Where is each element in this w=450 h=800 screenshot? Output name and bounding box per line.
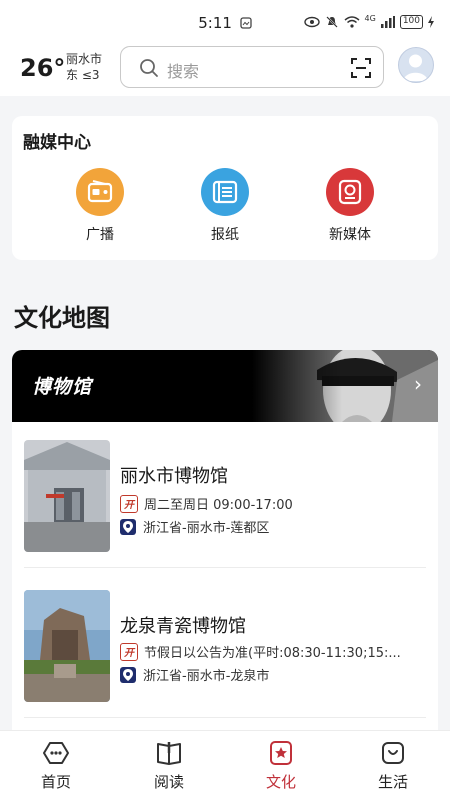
user-avatar-icon — [403, 54, 428, 81]
top-header: 26° 丽水市 东 ≤3 搜索 — [0, 44, 450, 96]
media-item-label: 新媒体 — [329, 227, 371, 243]
media-center-title: 融媒中心 — [23, 133, 91, 153]
culture-icon — [241, 739, 321, 767]
signal-icon — [380, 16, 395, 28]
weather-city: 丽水市 — [66, 52, 103, 66]
tab-reading[interactable]: 阅读 — [129, 739, 209, 792]
museum-list-item[interactable]: 丽水市博物馆 开 周二至周日 09:00-17:00 浙江省-丽水市-莲都区 — [12, 422, 438, 568]
museum-hours: 开 周二至周日 09:00-17:00 — [120, 494, 293, 513]
museum-name: 龙泉青瓷博物馆 — [120, 616, 246, 637]
radio-icon — [76, 168, 124, 216]
museum-location: 浙江省-丽水市-龙泉市 — [120, 665, 269, 684]
tab-label: 生活 — [377, 773, 408, 791]
museum-thumbnail — [24, 440, 110, 552]
home-icon — [16, 739, 96, 767]
museum-location: 浙江省-丽水市-莲都区 — [120, 517, 269, 536]
search-placeholder: 搜索 — [167, 62, 200, 81]
divider — [24, 567, 426, 568]
open-hours-icon: 开 — [120, 642, 138, 661]
museum-thumbnail — [24, 590, 110, 702]
status-bar: 5:11 4G 100 — [0, 0, 450, 44]
museum-hours: 开 节假日以公告为准(平时:08:30-11:30;15:... — [120, 642, 401, 661]
search-icon — [140, 59, 158, 77]
museum-list-item[interactable]: 龙泉青瓷博物馆 开 节假日以公告为准(平时:08:30-11:30;15:...… — [12, 572, 438, 718]
tab-home[interactable]: 首页 — [16, 739, 96, 792]
museum-name: 丽水市博物馆 — [120, 466, 228, 487]
gallery-notification-icon — [240, 17, 252, 29]
tab-culture[interactable]: 文化 — [241, 739, 321, 792]
museum-banner[interactable]: 博物馆 › — [12, 350, 438, 422]
mute-bell-icon — [325, 16, 338, 28]
avatar[interactable] — [398, 47, 434, 83]
media-item-label: 报纸 — [211, 227, 239, 243]
tab-label: 阅读 — [153, 773, 184, 791]
search-bar[interactable]: 搜索 — [120, 46, 384, 88]
museum-hours-text: 节假日以公告为准(平时:08:30-11:30;15:... — [144, 646, 401, 661]
museum-location-text: 浙江省-丽水市-莲都区 — [143, 521, 270, 536]
culture-map-title: 文化地图 — [14, 304, 110, 332]
media-item-newspaper[interactable]: 报纸 — [185, 168, 265, 244]
weather-info: 丽水市 东 ≤3 — [66, 51, 102, 83]
status-icons: 4G 100 — [303, 13, 434, 29]
new-media-icon — [326, 168, 374, 216]
weather-temperature: 26° — [20, 54, 66, 82]
museum-card: 博物馆 › 丽水市博物馆 开 周二至周日 09:00-17:00 浙江省-丽水市… — [12, 350, 438, 750]
life-icon — [353, 739, 433, 767]
museum-hours-text: 周二至周日 09:00-17:00 — [144, 498, 293, 513]
location-pin-icon — [120, 666, 136, 683]
media-center-card: 融媒中心 广播 报纸 新媒体 — [12, 116, 438, 260]
network-type: 4G — [364, 13, 376, 23]
media-item-new-media[interactable]: 新媒体 — [310, 168, 390, 244]
tab-label: 首页 — [40, 773, 71, 791]
open-hours-icon: 开 — [120, 494, 138, 513]
charging-icon — [428, 16, 434, 28]
battery-indicator: 100 — [399, 15, 423, 29]
weather-wind: 东 ≤3 — [66, 68, 100, 82]
tab-life[interactable]: 生活 — [353, 739, 433, 792]
museum-location-text: 浙江省-丽水市-龙泉市 — [143, 669, 270, 684]
bottom-tab-bar: 首页 阅读 文化 生活 — [0, 730, 450, 800]
chevron-right-icon: › — [414, 372, 422, 396]
divider — [24, 717, 426, 718]
wifi-icon — [344, 16, 360, 28]
media-item-label: 广播 — [86, 227, 114, 243]
tab-label: 文化 — [265, 773, 296, 791]
media-item-radio[interactable]: 广播 — [60, 168, 140, 244]
scan-icon[interactable] — [351, 58, 371, 78]
book-icon — [129, 739, 209, 767]
location-pin-icon — [120, 518, 136, 535]
newspaper-icon — [201, 168, 249, 216]
museum-banner-label: 博物馆 — [32, 376, 93, 398]
eye-icon — [303, 16, 320, 28]
